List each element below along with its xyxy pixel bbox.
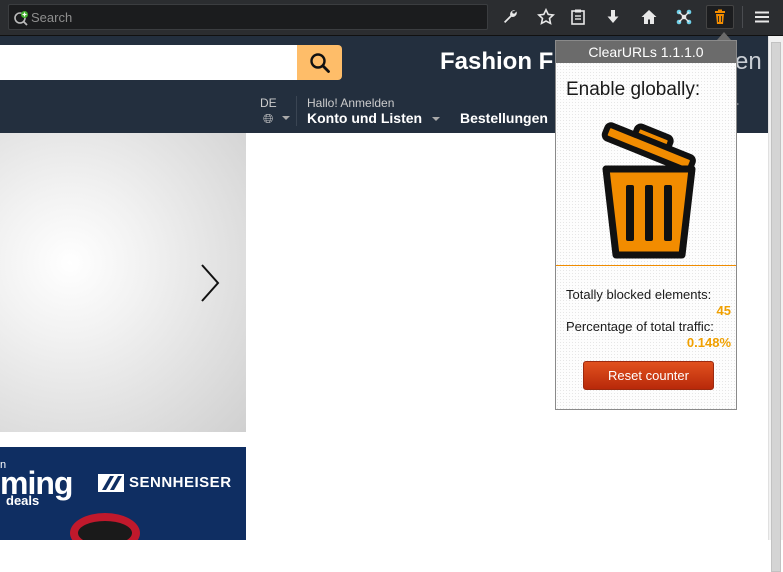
reset-counter-button[interactable]: Reset counter [583, 361, 714, 390]
browser-toolbar [0, 0, 783, 36]
ad-subline: deals [6, 493, 40, 508]
trash-icon [715, 9, 725, 24]
popup-divider [556, 265, 736, 266]
site-search-button[interactable] [297, 45, 342, 80]
home-icon [641, 10, 657, 24]
blocked-elements-value: 45 [716, 303, 731, 318]
greeting-text[interactable]: Hallo! Anmelden [307, 96, 394, 110]
toolbar-separator [742, 6, 743, 28]
downloads-button[interactable] [599, 5, 627, 29]
menu-button[interactable] [748, 5, 776, 29]
carousel-next-icon[interactable] [196, 262, 224, 304]
bookmark-button[interactable] [532, 5, 560, 29]
language-caret-icon [282, 116, 290, 120]
site-search-input[interactable] [0, 45, 298, 80]
reading-list-button[interactable] [564, 5, 592, 29]
traffic-percentage-label: Percentage of total traffic: [566, 319, 714, 334]
nav-divider [296, 96, 297, 126]
traffic-percentage-value: 0.148% [686, 335, 731, 350]
globe-icon[interactable]: 🌐︎ [263, 111, 273, 127]
global-toggle-trash-icon[interactable] [594, 111, 714, 261]
search-icon [14, 11, 28, 26]
star-icon [537, 8, 555, 25]
headset-image [70, 513, 140, 540]
popup-title: ClearURLs 1.1.1.0 [556, 41, 736, 63]
sennheiser-logo-icon [98, 474, 124, 492]
browser-search-bar[interactable] [8, 4, 488, 30]
page-scrollbar[interactable] [768, 36, 783, 572]
sennheiser-ad[interactable]: n ming deals SENNHEISER [0, 447, 246, 540]
wrench-icon [504, 10, 517, 23]
addon-button[interactable] [670, 5, 698, 29]
wrench-button[interactable] [496, 5, 524, 29]
home-button[interactable] [635, 5, 663, 29]
orders-link[interactable]: Bestellungen [460, 110, 548, 126]
popup-arrow [717, 32, 731, 40]
blocked-elements-label: Totally blocked elements: [566, 287, 712, 302]
promo-banner-tail[interactable]: en [735, 48, 762, 76]
search-input[interactable] [31, 8, 471, 26]
download-icon [607, 10, 619, 23]
clearurls-button[interactable] [706, 5, 734, 29]
hamburger-icon [755, 11, 769, 23]
puzzle-icon [676, 9, 692, 25]
magnifier-icon [309, 52, 330, 73]
language-code[interactable]: DE [260, 96, 277, 110]
enable-globally-label: Enable globally: [566, 79, 701, 100]
ad-brand: SENNHEISER [129, 474, 232, 491]
scrollbar-thumb[interactable] [771, 42, 781, 572]
promo-banner-text[interactable]: Fashion Fi [440, 48, 560, 76]
clipboard-icon [571, 9, 585, 25]
clearurls-popup: ClearURLs 1.1.1.0 Enable globally: Total… [555, 40, 737, 410]
account-lists-link[interactable]: Konto und Listen [307, 110, 422, 126]
account-caret-icon [432, 117, 440, 121]
